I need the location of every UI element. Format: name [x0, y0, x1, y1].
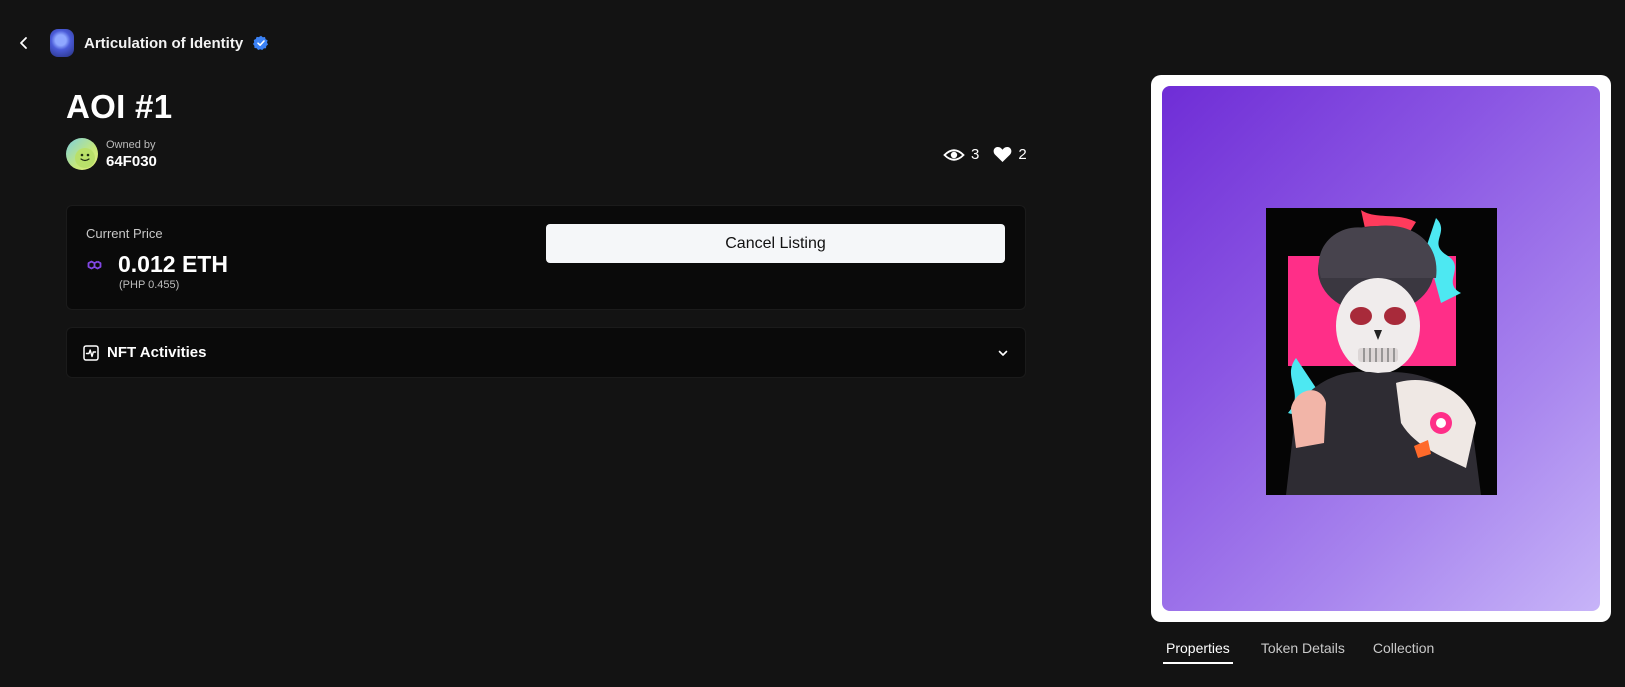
- smiley-avatar-icon: [75, 148, 95, 168]
- skull-character-illustration: [1266, 208, 1497, 495]
- nft-title: AOI #1: [66, 88, 173, 125]
- heart-icon[interactable]: [993, 146, 1012, 163]
- cancel-listing-button[interactable]: Cancel Listing: [546, 224, 1005, 263]
- breadcrumb: Articulation of Identity: [14, 26, 269, 60]
- activity-icon: [83, 344, 99, 361]
- owner-block[interactable]: Owned by 64F030: [66, 138, 157, 170]
- likes-stat[interactable]: 2: [993, 146, 1027, 163]
- tab-properties[interactable]: Properties: [1163, 640, 1233, 664]
- owner-label: Owned by: [106, 138, 156, 151]
- engagement-stats: 3 2: [943, 146, 1027, 163]
- chevron-down-icon[interactable]: [997, 348, 1009, 358]
- collection-avatar[interactable]: [50, 29, 74, 57]
- tab-token-details[interactable]: Token Details: [1261, 640, 1345, 664]
- likes-count: 2: [1018, 146, 1027, 163]
- owner-name[interactable]: 64F030: [106, 153, 157, 170]
- chevron-left-icon: [20, 37, 27, 49]
- collection-name-link[interactable]: Articulation of Identity: [84, 35, 243, 52]
- tab-collection[interactable]: Collection: [1373, 640, 1434, 664]
- verified-badge-icon: [253, 35, 269, 50]
- views-stat: 3: [943, 146, 979, 163]
- nft-preview-background: [1162, 86, 1600, 611]
- detail-tabs: Properties Token Details Collection: [1163, 640, 1462, 664]
- nft-preview-frame: [1151, 75, 1611, 622]
- price-value: 0.012 ETH: [118, 251, 228, 277]
- activities-label: NFT Activities: [107, 344, 207, 361]
- price-label: Current Price: [86, 226, 163, 241]
- eye-icon: [943, 148, 965, 161]
- back-button[interactable]: [14, 33, 34, 53]
- price-fiat: (PHP 0.455): [119, 279, 180, 291]
- owner-avatar: [66, 138, 98, 170]
- views-count: 3: [971, 146, 980, 163]
- polygon-icon: [87, 260, 102, 269]
- nft-detail-page: Articulation of Identity AOI #1 Owned by…: [0, 0, 1625, 687]
- nft-artwork-image[interactable]: [1266, 208, 1497, 495]
- nft-activities-accordion[interactable]: NFT Activities: [66, 327, 1026, 378]
- price-card: Current Price 0.012 ETH (PHP 0.455) Canc…: [66, 205, 1026, 310]
